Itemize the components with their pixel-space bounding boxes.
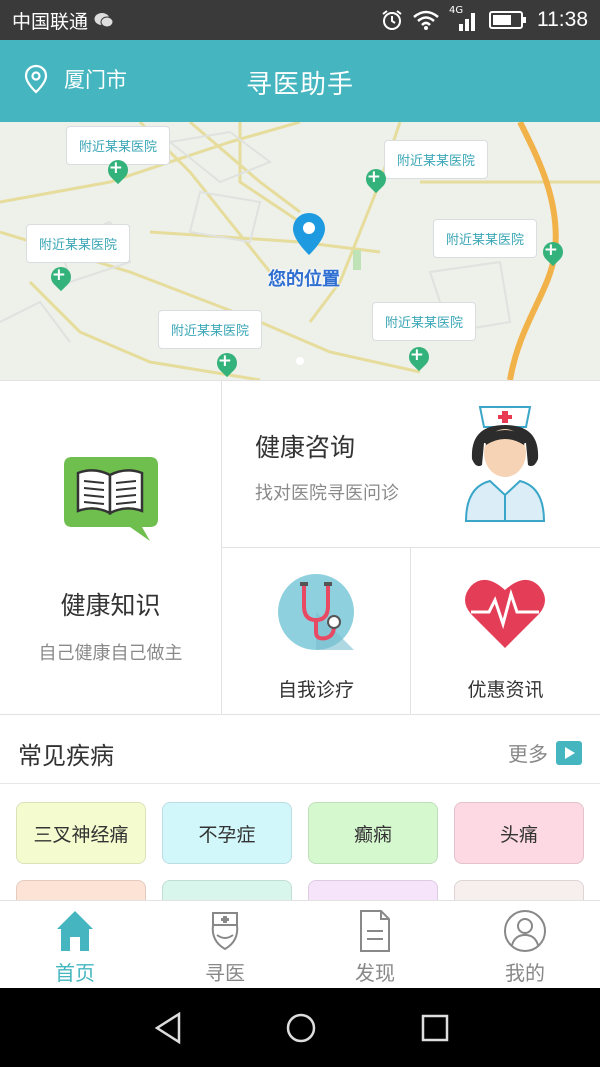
alarm-icon (382, 10, 402, 30)
disease-tag[interactable]: 癫痫 (308, 802, 438, 864)
carousel-indicator (296, 357, 304, 365)
carrier-name: 中国联通 (12, 10, 89, 33)
tab-discover[interactable]: 发现 (300, 901, 450, 989)
tab-label: 我的 (505, 961, 545, 985)
tab-home[interactable]: 首页 (0, 901, 150, 989)
tab-find-doctor[interactable]: 寻医 (150, 901, 300, 989)
tab-label: 发现 (355, 961, 395, 985)
self-diagnosis-title: 自我诊疗 (277, 679, 354, 701)
tab-profile[interactable]: 我的 (450, 901, 600, 989)
battery-icon (489, 11, 526, 29)
hospital-label[interactable]: 附近某某医院 (433, 219, 538, 258)
nearby-map[interactable]: 附近某某医院 附近某某医院 附近某某医院 附近某某医院 附近某某医院 附近某某医… (0, 122, 600, 380)
status-bar: 中国联通 4G 11:38 (0, 0, 600, 40)
status-icons: 4G 11:38 (381, 5, 588, 32)
recent-apps-icon[interactable] (420, 1013, 450, 1043)
health-consult-subtitle: 找对医院寻医问诊 (255, 483, 399, 504)
tab-label: 寻医 (205, 961, 245, 985)
deals-title: 优惠资讯 (467, 679, 544, 701)
app-header: 厦门市 寻医助手 (0, 40, 600, 122)
home-circle-icon[interactable] (285, 1012, 317, 1044)
hospital-label[interactable]: 附近某某医院 (26, 224, 131, 263)
carrier-group: 中国联通 (12, 7, 114, 34)
disease-tag[interactable]: 不孕症 (162, 802, 292, 864)
deals-card[interactable]: 优惠资讯 (411, 548, 600, 715)
book-chat-icon (64, 457, 158, 541)
health-consult-title: 健康咨询 (255, 433, 356, 462)
clock: 11:38 (537, 8, 588, 31)
page-title: 寻医助手 (245, 70, 354, 100)
health-consult-card[interactable]: 健康咨询 找对医院寻医问诊 (222, 381, 600, 548)
bottom-tab-bar: 首页 寻医 发现 我的 (0, 900, 600, 988)
hospital-label[interactable]: 附近某某医院 (384, 140, 489, 179)
doctor-icon (211, 912, 239, 951)
play-arrow-icon (556, 740, 582, 765)
feature-grid: 健康知识 自己健康自己做主 健康咨询 找对医院寻医问诊 自我诊疗 优惠资讯 (0, 380, 600, 715)
current-location-label: 您的位置 (268, 269, 340, 290)
home-icon (57, 911, 93, 951)
more-label: 更多 (508, 742, 548, 766)
system-nav-bar (0, 988, 600, 1067)
health-knowledge-title: 健康知识 (60, 591, 161, 620)
user-icon (504, 910, 546, 952)
hospital-label[interactable]: 附近某某医院 (372, 302, 477, 341)
current-location-pin-icon (293, 213, 325, 255)
wechat-icon (94, 12, 114, 27)
disease-tag[interactable]: 三叉神经痛 (16, 802, 146, 864)
back-icon[interactable] (153, 1012, 183, 1044)
document-icon (360, 910, 390, 952)
health-knowledge-subtitle: 自己健康自己做主 (38, 643, 183, 664)
common-diseases-header: 常见疾病 更多 (0, 716, 600, 784)
heart-pulse-icon (465, 579, 545, 648)
section-title: 常见疾病 (18, 742, 114, 770)
signal-icon: 4G (449, 5, 479, 32)
nurse-icon (464, 406, 546, 522)
stethoscope-icon (278, 574, 354, 650)
self-diagnosis-card[interactable]: 自我诊疗 (222, 548, 411, 715)
hospital-label[interactable]: 附近某某医院 (158, 310, 263, 349)
wifi-icon (413, 10, 439, 30)
tab-label: 首页 (55, 961, 95, 985)
health-knowledge-card[interactable]: 健康知识 自己健康自己做主 (0, 381, 222, 715)
disease-tag[interactable]: 头痛 (454, 802, 584, 864)
more-button[interactable]: 更多 (508, 738, 582, 767)
